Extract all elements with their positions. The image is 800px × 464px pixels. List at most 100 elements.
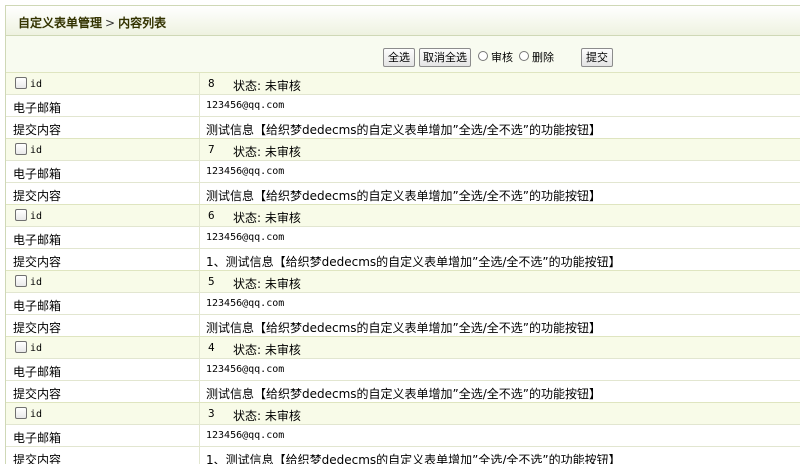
content-label-cell: 提交内容 [6, 447, 200, 464]
record-checkbox[interactable] [15, 143, 27, 155]
email-label-cell: 电子邮箱 [6, 227, 200, 248]
record-status: 状态: 未审核 [233, 343, 301, 357]
email-label-cell: 电子邮箱 [6, 161, 200, 182]
record-content-row: 提交内容 测试信息【给织梦dedecms的自定义表单增加”全选/全不选”的功能按… [6, 116, 800, 138]
breadcrumb-current: 内容列表 [118, 16, 167, 30]
content-label-cell: 提交内容 [6, 381, 200, 402]
record-email: 123456@qq.com [206, 232, 285, 243]
id-label: id [30, 211, 43, 222]
id-cell: id [6, 271, 200, 292]
record-id-row: id 8 状态: 未审核 [6, 72, 800, 94]
content-label-cell: 提交内容 [6, 315, 200, 336]
content-label: 提交内容 [13, 123, 62, 137]
email-label: 电子邮箱 [13, 101, 62, 115]
record-content-row: 提交内容 1、测试信息【给织梦dedecms的自定义表单增加”全选/全不选”的功… [6, 446, 800, 464]
id-cell: id [6, 205, 200, 226]
record-id: 7 [208, 143, 215, 156]
record-email: 123456@qq.com [206, 166, 285, 177]
id-cell: id [6, 139, 200, 160]
content-label: 提交内容 [13, 189, 62, 203]
record-status: 状态: 未审核 [233, 409, 301, 423]
record-content: 1、测试信息【给织梦dedecms的自定义表单增加”全选/全不选”的功能按钮】 [206, 453, 621, 464]
record-content-row: 提交内容 1、测试信息【给织梦dedecms的自定义表单增加”全选/全不选”的功… [6, 248, 800, 270]
record-id: 6 [208, 209, 215, 222]
content-label: 提交内容 [13, 321, 62, 335]
record-id-row: id 6 状态: 未审核 [6, 204, 800, 226]
record-id: 4 [208, 341, 215, 354]
id-label: id [30, 409, 43, 420]
record-checkbox[interactable] [15, 77, 27, 89]
record-email-row: 电子邮箱 123456@qq.com [6, 424, 800, 446]
records-table: id 8 状态: 未审核 电子邮箱 123456@qq.com 提交内容 测试信… [6, 72, 800, 464]
email-label: 电子邮箱 [13, 431, 62, 445]
content-label: 提交内容 [13, 255, 62, 269]
record-checkbox[interactable] [15, 275, 27, 287]
submit-button[interactable]: 提交 [581, 48, 613, 67]
record-id-row: id 7 状态: 未审核 [6, 138, 800, 160]
approve-radio-label: 审核 [491, 51, 513, 64]
content-label-cell: 提交内容 [6, 117, 200, 138]
email-label-cell: 电子邮箱 [6, 359, 200, 380]
record-status: 状态: 未审核 [233, 79, 301, 93]
record-id-row: id 3 状态: 未审核 [6, 402, 800, 424]
record-email-row: 电子邮箱 123456@qq.com [6, 160, 800, 182]
email-label-cell: 电子邮箱 [6, 425, 200, 446]
deselect-all-button[interactable]: 取消全选 [419, 48, 471, 67]
record-content-row: 提交内容 测试信息【给织梦dedecms的自定义表单增加”全选/全不选”的功能按… [6, 182, 800, 204]
id-cell: id [6, 337, 200, 358]
record-id: 3 [208, 407, 215, 420]
id-label: id [30, 343, 43, 354]
record-status: 状态: 未审核 [233, 277, 301, 291]
id-label: id [30, 277, 43, 288]
content-list-page: 自定义表单管理 > 内容列表 全选 取消全选 审核 删除 提交 id 8 状态: 未… [0, 0, 800, 464]
content-label: 提交内容 [13, 453, 62, 464]
record-id: 5 [208, 275, 215, 288]
record-status: 状态: 未审核 [233, 211, 301, 225]
approve-radio[interactable] [478, 51, 488, 61]
breadcrumb: 自定义表单管理 > 内容列表 [18, 14, 166, 31]
content-label-cell: 提交内容 [6, 249, 200, 270]
id-label: id [30, 79, 43, 90]
record-content-row: 提交内容 测试信息【给织梦dedecms的自定义表单增加”全选/全不选”的功能按… [6, 314, 800, 336]
action-toolbar: 全选 取消全选 审核 删除 提交 [6, 36, 800, 72]
record-content: 测试信息【给织梦dedecms的自定义表单增加”全选/全不选”的功能按钮】 [206, 321, 602, 335]
breadcrumb-separator: > [105, 16, 116, 30]
id-cell: id [6, 73, 200, 94]
email-label: 电子邮箱 [13, 299, 62, 313]
content-label: 提交内容 [13, 387, 62, 401]
record-id-row: id 4 状态: 未审核 [6, 336, 800, 358]
record-content: 测试信息【给织梦dedecms的自定义表单增加”全选/全不选”的功能按钮】 [206, 123, 602, 137]
record-content-row: 提交内容 测试信息【给织梦dedecms的自定义表单增加”全选/全不选”的功能按… [6, 380, 800, 402]
id-label: id [30, 145, 43, 156]
content-panel: 全选 取消全选 审核 删除 提交 id 8 状态: 未审核 电子邮箱 12345… [5, 36, 800, 464]
id-cell: id [6, 403, 200, 424]
select-all-button[interactable]: 全选 [383, 48, 415, 67]
email-label: 电子邮箱 [13, 365, 62, 379]
record-email-row: 电子邮箱 123456@qq.com [6, 292, 800, 314]
record-email: 123456@qq.com [206, 100, 285, 111]
record-email: 123456@qq.com [206, 364, 285, 375]
delete-radio-label: 删除 [532, 51, 554, 64]
record-email-row: 电子邮箱 123456@qq.com [6, 226, 800, 248]
breadcrumb-parent-link[interactable]: 自定义表单管理 [18, 16, 102, 30]
record-id: 8 [208, 77, 215, 90]
record-email-row: 电子邮箱 123456@qq.com [6, 358, 800, 380]
record-status: 状态: 未审核 [233, 145, 301, 159]
record-email: 123456@qq.com [206, 430, 285, 441]
email-label-cell: 电子邮箱 [6, 95, 200, 116]
record-email-row: 电子邮箱 123456@qq.com [6, 94, 800, 116]
record-checkbox[interactable] [15, 407, 27, 419]
record-email: 123456@qq.com [206, 298, 285, 309]
email-label: 电子邮箱 [13, 167, 62, 181]
record-content: 测试信息【给织梦dedecms的自定义表单增加”全选/全不选”的功能按钮】 [206, 387, 602, 401]
email-label-cell: 电子邮箱 [6, 293, 200, 314]
record-checkbox[interactable] [15, 341, 27, 353]
content-label-cell: 提交内容 [6, 183, 200, 204]
delete-radio[interactable] [519, 51, 529, 61]
page-header: 自定义表单管理 > 内容列表 [5, 5, 800, 36]
record-id-row: id 5 状态: 未审核 [6, 270, 800, 292]
record-checkbox[interactable] [15, 209, 27, 221]
record-content: 测试信息【给织梦dedecms的自定义表单增加”全选/全不选”的功能按钮】 [206, 189, 602, 203]
record-content: 1、测试信息【给织梦dedecms的自定义表单增加”全选/全不选”的功能按钮】 [206, 255, 621, 269]
email-label: 电子邮箱 [13, 233, 62, 247]
